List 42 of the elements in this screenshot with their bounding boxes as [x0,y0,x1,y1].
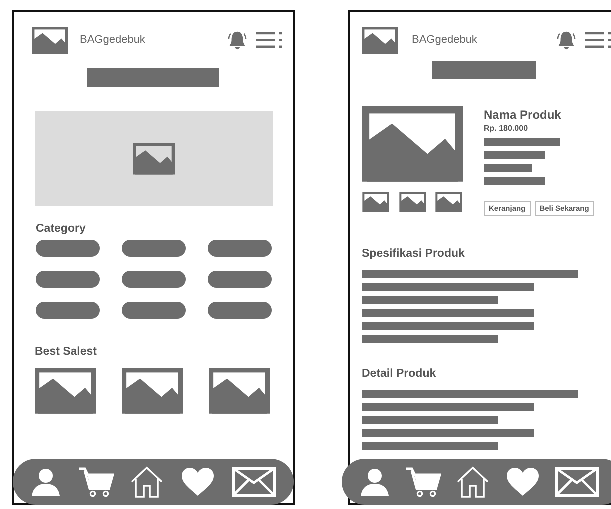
image-icon [435,192,463,212]
envelope-icon[interactable] [555,467,600,497]
brand-name: BAGgedebuk [412,34,478,46]
text-placeholder-bar [484,177,545,185]
envelope-icon[interactable] [232,467,276,497]
category-pill[interactable] [208,240,272,257]
menu-icon[interactable] [585,30,611,50]
image-icon [362,106,463,182]
heart-icon[interactable] [181,467,216,497]
user-icon[interactable] [31,468,62,496]
cart-icon[interactable] [78,467,114,497]
user-icon[interactable] [360,468,390,496]
house-icon[interactable] [130,466,164,498]
image-icon [398,192,426,212]
product-name: Nama Produk [484,108,562,122]
product-price: Rp. 180.000 [484,124,530,133]
text-placeholder-bar [484,164,532,172]
category-pill[interactable] [36,271,100,288]
image-icon [133,142,175,174]
section-heading: Category [36,223,87,235]
category-pill[interactable] [208,271,272,288]
image-icon [32,26,68,54]
image-icon [362,26,398,54]
image-icon [122,368,183,414]
cart-icon[interactable] [405,467,442,497]
image-icon [35,368,96,414]
house-icon[interactable] [456,466,490,498]
category-pill[interactable] [36,240,100,257]
image-icon [209,368,270,414]
menu-icon[interactable] [256,30,283,50]
category-pill[interactable] [122,240,186,257]
category-pill[interactable] [36,302,100,319]
text-placeholder-bar [484,151,545,159]
section-heading: Detail Produk [362,368,438,380]
image-icon [362,192,390,212]
section-heading: Spesifikasi Produk [362,248,466,260]
category-pill[interactable] [122,302,186,319]
brand-name: BAGgedebuk [80,34,146,46]
section-heading: Best Salest [35,346,98,358]
category-pill[interactable] [208,302,272,319]
category-pill[interactable] [122,271,186,288]
heart-icon[interactable] [506,467,540,497]
